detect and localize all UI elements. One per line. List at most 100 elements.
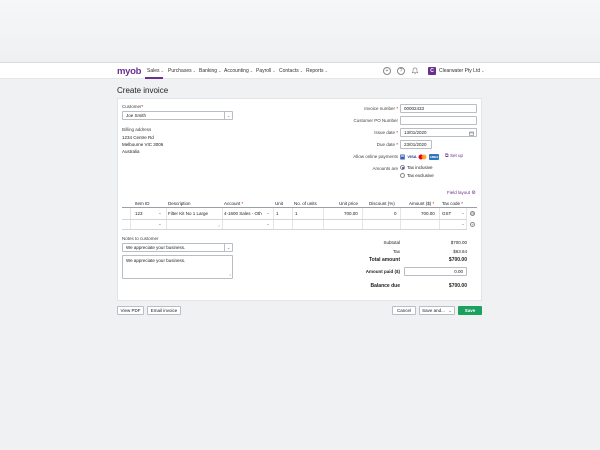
field-layout-label: Field layout	[447, 190, 471, 195]
chevron-down-icon: ⌄	[481, 68, 485, 73]
save-and-button[interactable]: Save and... ⌄	[419, 306, 455, 315]
setup-label: Set up	[449, 153, 463, 158]
card-icon	[400, 154, 405, 160]
notes-template-select[interactable]: We appreciate your business. ⌄	[122, 243, 233, 252]
resize-handle-icon[interactable]: ⌟	[218, 222, 220, 227]
cell-description[interactable]: Filter Kit No 1 Large	[168, 211, 208, 216]
notes-textarea[interactable]: We appreciate your business. ⌟	[122, 255, 233, 279]
customer-label: Customer*	[122, 104, 144, 109]
cell-item-id[interactable]: 123	[135, 211, 143, 216]
notes-text: We appreciate your business.	[126, 258, 186, 263]
nav-sales-label: Sales	[147, 68, 160, 74]
address-line-1: 1234 Centre Rd	[122, 135, 154, 140]
top-navbar: myob Sales⌄ Purchases⌄ Banking⌄ Accounti…	[0, 62, 600, 79]
amount-paid-input[interactable]: 0.00	[404, 267, 467, 276]
cell-no-units[interactable]: 1	[295, 211, 298, 216]
myob-logo[interactable]: myob	[117, 66, 141, 77]
table-header-line	[122, 207, 477, 208]
add-row-icon[interactable]: +	[470, 222, 475, 227]
bell-icon[interactable]	[411, 67, 419, 75]
calendar-icon[interactable]	[469, 131, 474, 136]
chevron-down-icon: ⌄	[218, 68, 222, 73]
notes-select-value: We appreciate your business.	[126, 245, 186, 250]
top-background	[0, 0, 600, 62]
nav-reports[interactable]: Reports⌄	[306, 68, 328, 74]
cell-amount[interactable]: 700.00	[421, 211, 435, 216]
chevron-down-icon: ⌄	[160, 68, 164, 73]
nav-payroll[interactable]: Payroll⌄	[256, 68, 276, 74]
save-and-label: Save and...	[422, 308, 445, 313]
help-icon[interactable]: ?	[397, 67, 405, 75]
issue-date-label: Issue date *	[374, 130, 398, 135]
resize-handle-icon[interactable]: ⌟	[229, 270, 231, 278]
field-layout-link[interactable]: Field layout ⚙	[447, 190, 476, 196]
chevron-down-icon[interactable]: ⌄	[266, 221, 270, 227]
tax-exclusive-radio[interactable]	[400, 173, 405, 178]
mastercard-logo	[418, 154, 427, 160]
chevron-down-icon: ⌄	[272, 68, 276, 73]
save-button[interactable]: Save	[458, 306, 482, 315]
col-discount: Discount (%)	[369, 201, 395, 206]
company-avatar[interactable]: C	[428, 67, 436, 75]
cell-account[interactable]: 4-1600 Sales - Oth	[224, 211, 262, 216]
billing-address: 1234 Centre Rd Melbourne VIC 3006 Austra…	[122, 134, 163, 155]
chevron-down-icon[interactable]: ⌄	[158, 210, 162, 216]
chevron-down-icon: ⌄	[324, 68, 328, 73]
nav-purchases[interactable]: Purchases⌄	[168, 68, 196, 74]
email-invoice-button[interactable]: Email invoice	[147, 306, 181, 315]
chevron-down-icon[interactable]: ⌄	[461, 221, 465, 227]
nav-contacts[interactable]: Contacts⌄	[279, 68, 303, 74]
address-line-3: Australia	[122, 149, 140, 154]
customer-value: Joe Smith	[126, 113, 147, 118]
nav-accounting[interactable]: Accounting⌄	[224, 68, 253, 74]
nav-banking-label: Banking	[199, 68, 218, 74]
nav-banking[interactable]: Banking⌄	[199, 68, 221, 74]
view-pdf-button[interactable]: View PDF	[117, 306, 144, 315]
cell-unit-price[interactable]: 700.00	[344, 211, 358, 216]
subtotal-label: Subtotal	[383, 240, 400, 245]
customer-select[interactable]: Joe Smith ⌄	[122, 111, 233, 120]
subtotal-value: $700.00	[450, 240, 467, 245]
chevron-down-icon[interactable]: ⌄	[224, 112, 232, 119]
nav-payroll-label: Payroll	[256, 68, 272, 74]
balance-due-value: $700.00	[448, 283, 467, 289]
setup-payments-link[interactable]: ⧉ Set up	[445, 153, 463, 159]
remove-row-icon[interactable]: ⊖	[470, 211, 475, 216]
nav-accounting-label: Accounting	[224, 68, 249, 74]
chevron-down-icon[interactable]: ⌄	[461, 210, 465, 216]
issue-date-input[interactable]: 13/01/2020	[400, 128, 477, 137]
col-item-id: Item ID	[135, 201, 150, 206]
col-no-units: No. of units	[294, 201, 317, 206]
add-icon[interactable]: +	[383, 67, 391, 75]
col-unit-price: Unit price	[339, 201, 359, 206]
col-unit: Unit	[275, 201, 284, 206]
nav-purchases-label: Purchases	[168, 68, 192, 74]
chevron-down-icon: ⌄	[192, 68, 196, 73]
chevron-down-icon: ⌄	[299, 68, 304, 73]
cell-tax-code[interactable]: GST	[442, 211, 451, 216]
cancel-button[interactable]: Cancel	[392, 306, 416, 315]
cell-unit[interactable]: 1	[276, 211, 279, 216]
po-number-input[interactable]	[400, 116, 477, 125]
due-date-input[interactable]: 23/01/2020	[400, 140, 432, 149]
nav-contacts-label: Contacts	[279, 68, 299, 74]
col-description: Description	[168, 201, 191, 206]
chevron-down-icon[interactable]: ⌄	[266, 210, 270, 216]
tax-inclusive-radio[interactable]	[400, 165, 405, 170]
chevron-down-icon[interactable]: ⌄	[158, 221, 162, 227]
col-amount: Amount ($) *	[409, 201, 435, 206]
chevron-down-icon[interactable]: ⌄	[224, 244, 232, 251]
cell-discount[interactable]: 0	[394, 211, 397, 216]
amount-paid-label: Amount paid ($)	[365, 269, 400, 274]
balance-due-label: Balance due	[370, 283, 400, 289]
invoice-number-input[interactable]: 00002433	[400, 104, 477, 113]
tax-exclusive-label: Tax exclusive	[407, 173, 434, 178]
online-payments-label: Allow online payments	[353, 154, 398, 159]
chevron-down-icon: ⌄	[448, 308, 452, 313]
company-switcher[interactable]: Clearwater Pty Ltd⌄	[439, 68, 485, 74]
tax-value: $63.64	[453, 249, 467, 254]
company-name: Clearwater Pty Ltd	[439, 68, 481, 74]
address-line-2: Melbourne VIC 3006	[122, 142, 164, 147]
nav-sales[interactable]: Sales⌄	[147, 68, 164, 74]
po-number-label: Customer PO Number	[353, 118, 398, 123]
